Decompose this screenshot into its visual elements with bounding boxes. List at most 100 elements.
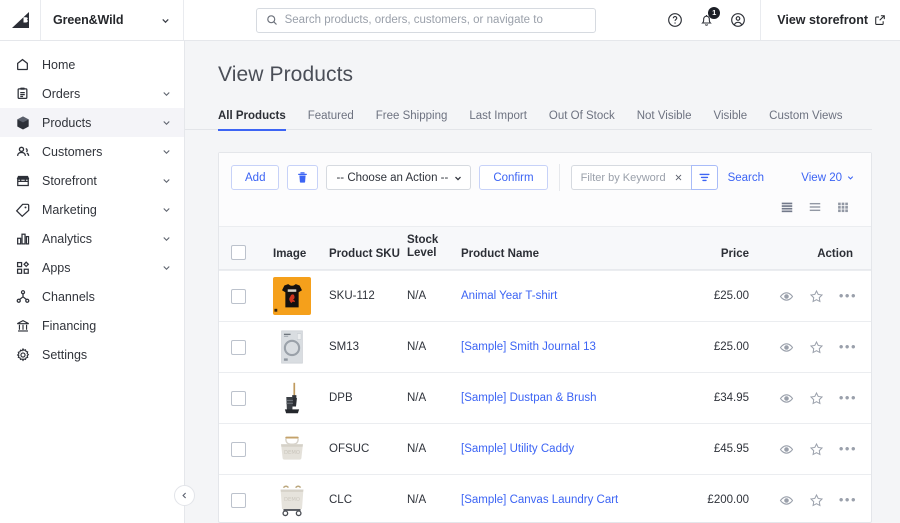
sidebar-item-label: Marketing [42, 202, 97, 217]
global-search-cell: Search products, orders, customers, or n… [184, 0, 667, 40]
chevron-left-icon [180, 491, 189, 500]
product-thumbnail-cell [273, 328, 329, 366]
box-icon [14, 114, 31, 131]
bell-icon[interactable]: 1 [699, 7, 721, 28]
product-name-link[interactable]: [Sample] Smith Journal 13 [461, 341, 653, 353]
bulk-action-select[interactable]: -- Choose an Action -- [326, 165, 472, 190]
star-outline-icon[interactable] [809, 340, 824, 355]
sidebar-item-channels[interactable]: Channels [0, 282, 184, 311]
help-circle-icon[interactable] [667, 12, 683, 28]
store-switcher[interactable]: Green&Wild [41, 0, 184, 40]
search-input[interactable]: Search products, orders, customers, or n… [255, 7, 596, 33]
filter-button[interactable] [690, 165, 718, 190]
store-name: Green&Wild [53, 13, 124, 27]
product-thumbnail-cell [273, 379, 329, 417]
ellipsis-icon[interactable]: ••• [839, 340, 857, 352]
keyword-filter-group: Filter by Keyword [570, 165, 718, 190]
clipboard-icon [14, 85, 31, 102]
sidebar-item-analytics[interactable]: Analytics [0, 224, 184, 253]
sidebar-item-products[interactable]: Products [0, 108, 184, 137]
row-select-cell [231, 390, 273, 406]
stock-header-line2: Level [407, 246, 437, 259]
ellipsis-icon[interactable]: ••• [839, 493, 857, 505]
list-comfortable-icon[interactable] [801, 197, 829, 217]
row-actions: ••• [749, 442, 857, 457]
sidebar-item-settings[interactable]: Settings [0, 340, 184, 369]
ellipsis-icon[interactable]: ••• [839, 289, 857, 301]
eye-icon[interactable] [779, 442, 794, 457]
account-circle-icon[interactable] [730, 12, 746, 28]
sidebar-item-customers[interactable]: Customers [0, 137, 184, 166]
star-outline-icon[interactable] [809, 493, 824, 508]
sidebar-item-home[interactable]: Home [0, 50, 184, 79]
eye-icon[interactable] [779, 493, 794, 508]
row-checkbox[interactable] [231, 288, 246, 304]
sidebar-item-label: Apps [42, 260, 71, 275]
bigcommerce-logo [12, 12, 29, 28]
sidebar-collapse-button[interactable] [174, 485, 195, 506]
row-checkbox[interactable] [231, 492, 246, 508]
funnel-icon [698, 171, 711, 184]
eye-icon[interactable] [779, 340, 794, 355]
list-compact-icon[interactable] [773, 197, 801, 217]
tab-custom-views[interactable]: Custom Views [758, 110, 853, 130]
delete-button[interactable] [287, 165, 319, 190]
logo-cell[interactable] [0, 0, 41, 40]
gear-icon [14, 346, 31, 363]
star-outline-icon[interactable] [809, 442, 824, 457]
tab-last-import[interactable]: Last Import [458, 110, 538, 130]
tab-featured[interactable]: Featured [297, 110, 365, 130]
product-price: £25.00 [713, 341, 749, 353]
select-all-checkbox[interactable] [231, 245, 246, 260]
ellipsis-icon[interactable]: ••• [839, 442, 857, 454]
row-select-cell [231, 288, 273, 304]
row-checkbox[interactable] [231, 390, 246, 406]
star-outline-icon[interactable] [809, 289, 824, 304]
table-row[interactable]: DPB N/A [Sample] Dustpan & Brush £34.95 [219, 372, 871, 423]
product-name-link[interactable]: [Sample] Utility Caddy [461, 443, 653, 455]
product-price: £200.00 [707, 494, 749, 506]
product-name-link[interactable]: Animal Year T-shirt [461, 290, 653, 302]
tab-all-products[interactable]: All Products [218, 110, 297, 131]
toolbar-divider [558, 164, 560, 191]
product-sku: SKU-112 [329, 290, 375, 302]
view-count-dropdown[interactable]: View 20 [801, 172, 859, 184]
table-row[interactable]: SKU-112 N/A Animal Year T-shirt £25.00 •… [219, 270, 871, 321]
top-bar-icons: 1 [667, 0, 760, 40]
grid-view-icon[interactable] [829, 197, 857, 217]
search-button[interactable]: Search [718, 172, 774, 184]
ellipsis-icon[interactable]: ••• [839, 391, 857, 403]
table-row[interactable]: SM13 N/A [Sample] Smith Journal 13 £25.0… [219, 321, 871, 372]
storefront-icon [14, 172, 31, 189]
product-name-link[interactable]: [Sample] Dustpan & Brush [461, 392, 653, 404]
view-storefront-button[interactable]: View storefront [760, 0, 900, 40]
tab-not-visible[interactable]: Not Visible [626, 110, 703, 130]
row-checkbox[interactable] [231, 339, 246, 355]
column-header-price: Price [720, 248, 749, 260]
close-icon[interactable] [674, 173, 683, 182]
sidebar-item-label: Orders [42, 86, 81, 101]
add-button[interactable]: Add [231, 165, 280, 190]
eye-icon[interactable] [779, 289, 794, 304]
star-outline-icon[interactable] [809, 391, 824, 406]
product-price: £25.00 [713, 290, 749, 302]
tab-free-shipping[interactable]: Free Shipping [365, 110, 459, 130]
column-header-image: Image [273, 248, 307, 260]
table-row[interactable]: DEMO OFSUC N/A [Sample] Utility Caddy £4… [219, 423, 871, 474]
sidebar-item-apps[interactable]: Apps [0, 253, 184, 282]
tab-out-of-stock[interactable]: Out Of Stock [538, 110, 626, 130]
tab-visible[interactable]: Visible [703, 110, 759, 130]
sidebar-item-financing[interactable]: Financing [0, 311, 184, 340]
sidebar-item-orders[interactable]: Orders [0, 79, 184, 108]
row-checkbox[interactable] [231, 441, 246, 457]
filter-keyword-input[interactable]: Filter by Keyword [570, 165, 691, 190]
sidebar-item-storefront[interactable]: Storefront [0, 166, 184, 195]
product-name-link[interactable]: [Sample] Canvas Laundry Cart [461, 494, 653, 506]
sidebar-item-label: Products [42, 115, 92, 130]
chevron-down-icon [161, 262, 172, 273]
view-storefront-label: View storefront [777, 13, 868, 27]
sidebar-item-marketing[interactable]: Marketing [0, 195, 184, 224]
table-row[interactable]: DEMO CLC N/A [Sample] Canvas Laundry Car… [219, 474, 871, 522]
eye-icon[interactable] [779, 391, 794, 406]
confirm-button[interactable]: Confirm [479, 165, 548, 190]
